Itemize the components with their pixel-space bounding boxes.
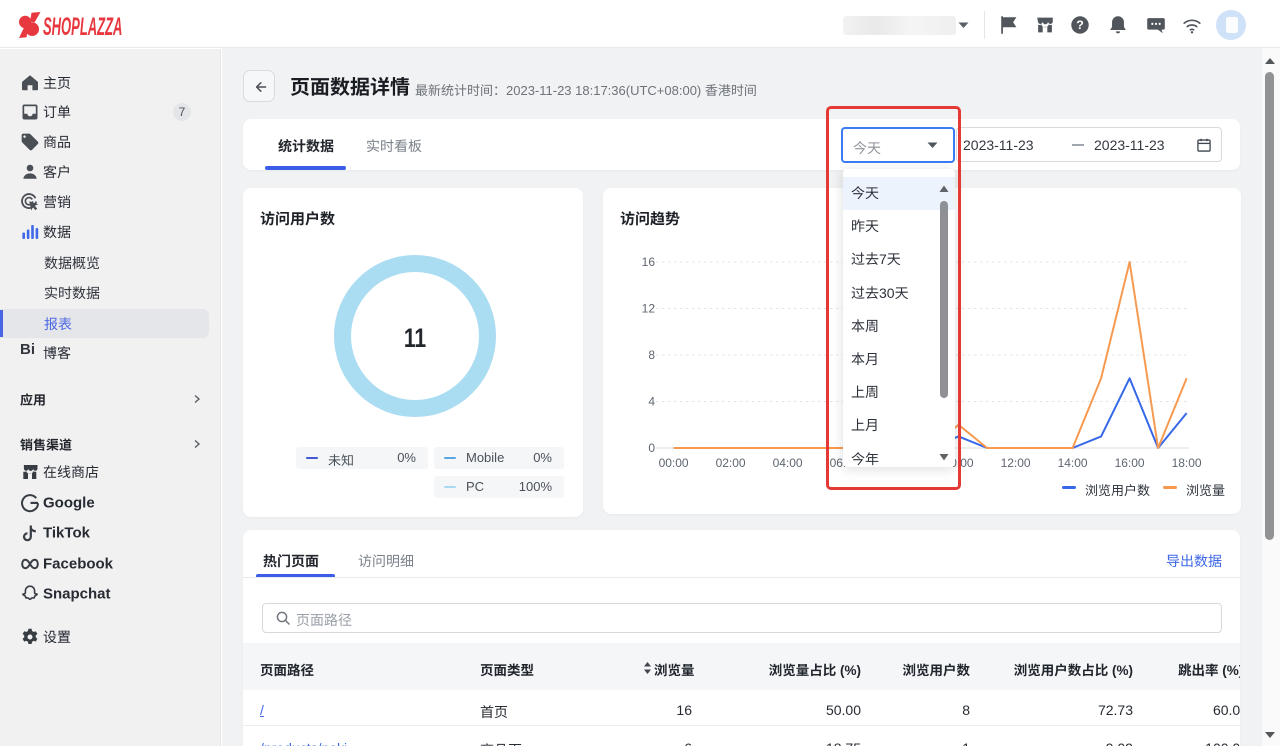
svg-text:12: 12 [642,302,656,316]
svg-text:14:00: 14:00 [1058,456,1088,470]
svg-text:04:00: 04:00 [773,456,803,470]
svg-text:12:00: 12:00 [1001,456,1031,470]
svg-text:16: 16 [642,255,656,269]
svg-text:?: ? [1076,18,1084,32]
svg-text:8: 8 [648,348,655,362]
svg-text:4: 4 [648,395,655,409]
svg-text:00:00: 00:00 [659,456,689,470]
svg-text:02:00: 02:00 [716,456,746,470]
svg-text:18:00: 18:00 [1172,456,1202,470]
svg-text:0: 0 [648,441,655,455]
svg-text:16:00: 16:00 [1115,456,1145,470]
